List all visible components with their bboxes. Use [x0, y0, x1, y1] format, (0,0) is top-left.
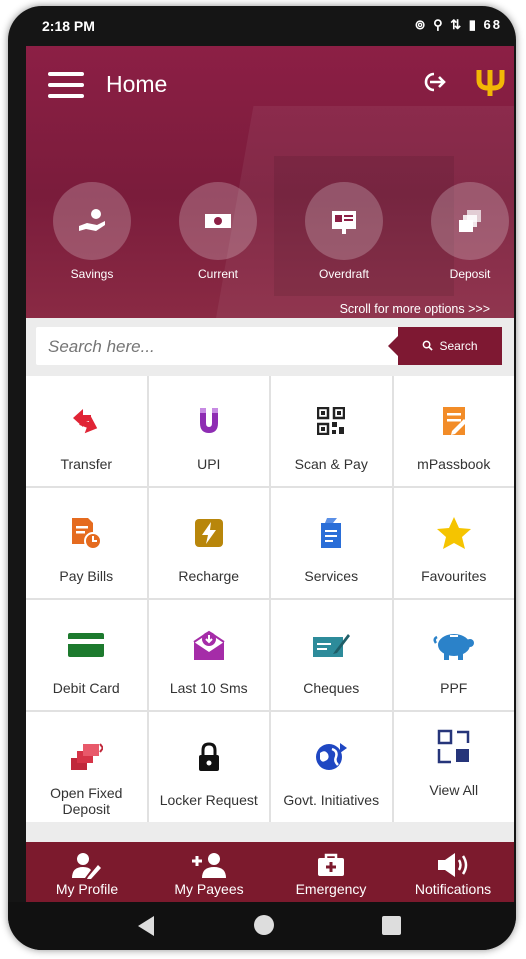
account-category-row: Savings Current Overdraft Deposit: [26, 182, 514, 282]
category-label: Deposit: [449, 267, 491, 281]
tile-label: PPF: [440, 680, 468, 696]
search-button-label: Search: [439, 339, 478, 353]
overdraft-icon: [305, 182, 383, 260]
nav-my-profile[interactable]: My Profile: [26, 842, 148, 902]
search-icon: [422, 328, 434, 366]
category-label: Savings: [70, 267, 114, 281]
qr-code-icon: [317, 407, 346, 435]
speaker-icon: [438, 853, 468, 877]
nav-my-payees[interactable]: My Payees: [148, 842, 270, 902]
category-label: Current: [197, 267, 238, 281]
deposit-icon: [431, 182, 509, 260]
android-navigation-bar: [8, 902, 516, 950]
service-grid: Transfer UPI Scan & Pay mPassbook Pay Bi…: [26, 376, 514, 822]
nav-label: Notifications: [414, 881, 492, 897]
tile-label: Scan & Pay: [294, 456, 368, 472]
hamburger-menu-icon[interactable]: [48, 72, 84, 98]
tile-view-all[interactable]: View All: [393, 712, 514, 822]
star-icon: [436, 517, 471, 549]
home-icon[interactable]: [254, 915, 274, 935]
bill-clock-icon: [72, 518, 103, 550]
add-user-icon: [192, 853, 226, 878]
tile-label: Govt. Initiatives: [283, 792, 380, 808]
cheque-pen-icon: [313, 634, 351, 657]
globe-icon: [316, 743, 348, 770]
nav-emergency[interactable]: Emergency: [270, 842, 392, 902]
tile-last-10-sms[interactable]: Last 10 Sms: [148, 600, 269, 710]
profile-edit-icon: [72, 853, 101, 879]
banknote-icon: [179, 182, 257, 260]
page-title: Home: [106, 71, 168, 97]
pnb-logo-icon: [476, 66, 506, 100]
search-input[interactable]: [36, 327, 420, 367]
tile-transfer[interactable]: Transfer: [26, 376, 147, 486]
piggy-bank-icon: [433, 634, 474, 660]
nav-label: Emergency: [295, 881, 367, 897]
status-bar: 2:18 PM ⊚ ⚲ ⇅ ▮ 68: [8, 6, 516, 44]
first-aid-kit-icon: [318, 853, 344, 876]
passbook-icon: [442, 407, 467, 435]
nav-label: My Payees: [174, 881, 244, 897]
hero-banner: Home Savings Current Overdraft Deposit S…: [26, 46, 514, 318]
lightning-icon: [194, 519, 223, 547]
back-icon[interactable]: [138, 916, 154, 936]
card-icon: [68, 633, 105, 657]
tile-label: mPassbook: [417, 456, 491, 472]
tile-ppf[interactable]: PPF: [393, 600, 514, 710]
nav-notifications[interactable]: Notifications: [392, 842, 514, 902]
hand-money-icon: [53, 182, 131, 260]
tile-pay-bills[interactable]: Pay Bills: [26, 488, 147, 598]
tile-scan-pay[interactable]: Scan & Pay: [271, 376, 392, 486]
category-savings[interactable]: Savings: [42, 182, 142, 281]
status-time: 2:18 PM: [42, 18, 95, 34]
tile-cheques[interactable]: Cheques: [271, 600, 392, 710]
status-indicators: ⊚ ⚲ ⇅ ▮ 68: [414, 17, 502, 32]
tile-upi[interactable]: UPI: [148, 376, 269, 486]
tile-label: Last 10 Sms: [169, 680, 248, 696]
tile-label: Transfer: [60, 456, 113, 472]
mail-download-icon: [193, 630, 225, 660]
tile-label: Recharge: [178, 568, 240, 584]
bottom-navigation: My Profile My Payees Emergency Notificat…: [26, 842, 514, 902]
tile-open-fixed-deposit[interactable]: Open Fixed Deposit: [26, 712, 147, 822]
fixed-deposit-icon: [71, 743, 104, 770]
tile-mpassbook[interactable]: mPassbook: [393, 376, 514, 486]
tile-label: View All: [429, 782, 479, 798]
upi-icon: [199, 408, 218, 433]
tile-label: Services: [304, 568, 359, 584]
tile-label: Favourites: [421, 568, 487, 584]
tile-label: Debit Card: [52, 680, 120, 696]
tile-favourites[interactable]: Favourites: [393, 488, 514, 598]
transfer-icon: [73, 409, 98, 434]
logout-icon[interactable]: [420, 70, 446, 101]
tile-label: Locker Request: [159, 792, 258, 808]
nav-label: My Profile: [55, 881, 119, 897]
top-bar: Home: [26, 64, 514, 108]
category-overdraft[interactable]: Overdraft: [294, 182, 394, 281]
scroll-hint[interactable]: Scroll for more options >>>: [340, 302, 490, 316]
view-all-grid-icon: [437, 729, 469, 764]
phone-frame: 2:18 PM ⊚ ⚲ ⇅ ▮ 68 Home Savings Current …: [8, 6, 516, 950]
category-label: Overdraft: [318, 267, 369, 281]
app-screen: Home Savings Current Overdraft Deposit S…: [26, 46, 514, 902]
category-deposit[interactable]: Deposit: [420, 182, 514, 281]
tile-services[interactable]: Services: [271, 488, 392, 598]
search-button[interactable]: Search: [388, 327, 502, 366]
tile-recharge[interactable]: Recharge: [148, 488, 269, 598]
search-bar: Search: [36, 327, 502, 367]
tile-debit-card[interactable]: Debit Card: [26, 600, 147, 710]
category-current[interactable]: Current: [168, 182, 268, 281]
tile-govt-initiatives[interactable]: Govt. Initiatives: [271, 712, 392, 822]
tile-label: Pay Bills: [59, 568, 114, 584]
tile-label: Cheques: [303, 680, 360, 696]
document-icon: [321, 518, 342, 548]
recent-apps-icon[interactable]: [382, 916, 401, 935]
tile-label: Open Fixed Deposit: [50, 785, 123, 817]
tile-label: UPI: [197, 456, 221, 472]
lock-icon: [198, 742, 219, 771]
tile-locker-request[interactable]: Locker Request: [148, 712, 269, 822]
